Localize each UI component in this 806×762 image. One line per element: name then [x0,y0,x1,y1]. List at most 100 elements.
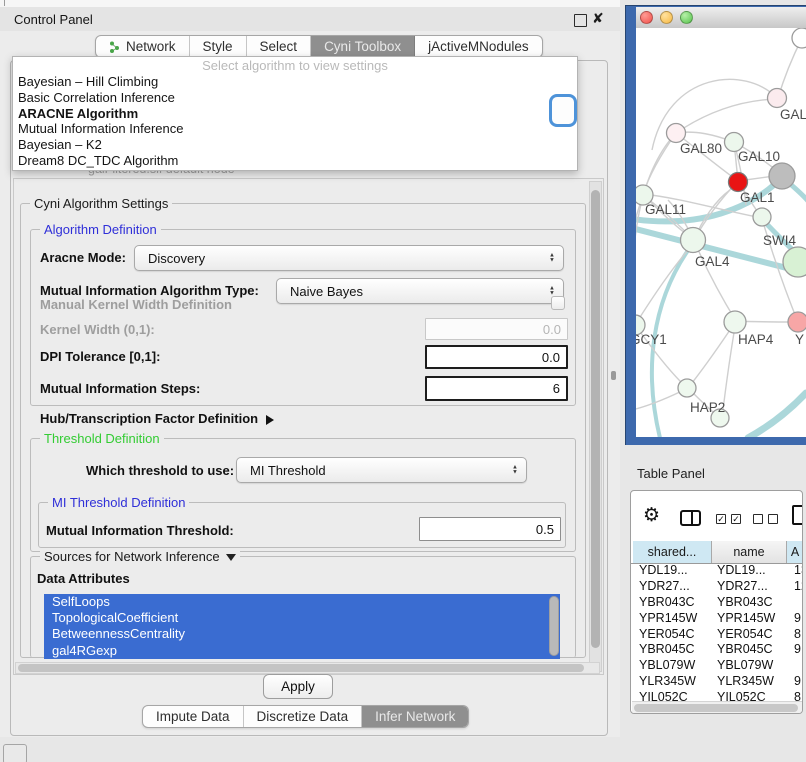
manual-kernel-width-checkbox[interactable] [551,296,565,310]
cell-shared-name: YBR045C [639,642,695,658]
network-node[interactable] [729,173,748,192]
application-window: Control Panel ✘ Network StyleSelectCyni T… [0,0,806,762]
minimized-panel-icon[interactable] [3,744,27,762]
network-canvas[interactable]: GALGAL80GAL10GAL1GAL11SWI4GAL4GCY1HAP4YH… [636,28,806,437]
deselect-all-checkbox-icon[interactable] [753,514,763,524]
table-row[interactable]: YBL079WYBL079W [631,658,803,674]
algorithm-option[interactable]: ARACNE Algorithm [13,106,577,122]
mi-threshold-field[interactable] [419,517,561,541]
table-row[interactable]: YBR045CYBR045C9. [631,642,803,658]
column-header-shared[interactable]: shared... [633,541,712,563]
table-horizontal-scrollbar[interactable] [632,701,802,713]
control-panel-tabs: Network StyleSelectCyni ToolboxjActiveMNo… [95,35,543,58]
network-node[interactable] [667,124,686,143]
tab-infer-network[interactable]: Infer Network [362,706,468,727]
tab-impute-data[interactable]: Impute Data [143,706,244,727]
table-panel: ⚙ ✓ ✓ shared...nameA YDL19...YDL19...13Y… [630,490,803,714]
kernel-width-field[interactable] [425,318,568,340]
tab-style[interactable]: Style [190,36,247,57]
attribute-item[interactable]: BetweennessCentrality [44,626,560,642]
column-header-name[interactable]: name [712,541,787,563]
close-icon[interactable]: ✘ [592,10,604,27]
network-node[interactable] [768,89,787,108]
cyni-settings-title: Cyni Algorithm Settings [30,196,172,211]
float-window-icon[interactable] [574,14,587,27]
deselect-all-checkbox-icon[interactable] [768,514,778,524]
tab-label: Infer Network [375,709,455,724]
close-traffic-light-icon[interactable] [640,11,653,24]
control-panel-title: Control Panel [14,12,93,27]
network-node[interactable] [753,208,771,226]
show-columns-icon[interactable] [680,510,701,526]
network-node[interactable] [792,28,806,48]
network-node[interactable] [769,163,795,189]
horizontal-scrollbar-thumb[interactable] [18,664,584,672]
aracne-mode-combo[interactable]: Discovery ▲▼ [134,245,564,271]
network-node[interactable] [724,311,746,333]
mi-algorithm-type-combo[interactable]: Naive Bayes ▲▼ [276,278,564,304]
algorithm-definition-title: Algorithm Definition [40,222,161,237]
select-all-checkbox-icon[interactable]: ✓ [731,514,741,524]
panel-divider-handle[interactable] [611,371,616,380]
apply-button[interactable]: Apply [263,674,333,699]
column-header-A[interactable]: A [787,541,803,563]
mi-steps-field[interactable] [425,376,568,401]
tab-jactivemnodules[interactable]: jActiveMNodules [415,36,542,57]
attribute-item[interactable]: TopologicalCoefficient [44,610,560,626]
attribute-item[interactable]: SelfLoops [44,594,560,610]
algorithm-option[interactable]: Basic Correlation Inference [13,90,577,106]
table-row[interactable]: YBR043CYBR043C [631,595,803,611]
minimize-traffic-light-icon[interactable] [660,11,673,24]
table-settings-gear-icon[interactable]: ⚙ [643,506,660,525]
network-window-titlebar[interactable] [636,7,806,29]
tab-cyni-toolbox[interactable]: Cyni Toolbox [311,36,415,57]
table-row[interactable]: YPR145W YPR145W 9. [631,611,803,627]
list-scrollbar-thumb[interactable] [549,596,559,656]
hub-definition-section[interactable]: Hub/Transcription Factor Definition [40,411,274,426]
export-table-icon[interactable] [792,505,803,525]
network-node[interactable] [788,312,806,332]
network-node[interactable] [681,228,706,253]
node-label: GAL80 [680,141,722,156]
table-panel-title: Table Panel [637,466,705,481]
tab-discretize-data[interactable]: Discretize Data [244,706,363,727]
node-label: Y [795,332,804,347]
network-node[interactable] [783,247,806,277]
algorithm-dropdown-popup: Select algorithm to view settings Bayesi… [12,56,578,171]
network-node[interactable] [678,379,696,397]
dpi-tolerance-field[interactable] [425,345,568,369]
cell-name: YPR145W [717,611,775,627]
table-row[interactable]: YDL19...YDL19...13 [631,563,803,579]
settings-vertical-scrollbar[interactable] [589,181,602,672]
table-row[interactable]: YDR27...YDR27...12 [631,579,803,595]
attribute-item[interactable]: gal4RGexp [44,643,560,659]
combo-arrows-icon: ▲▼ [549,253,555,262]
table-scrollbar-thumb[interactable] [634,704,798,712]
algorithm-option[interactable]: Bayesian – Hill Climbing [13,74,577,90]
network-edge-highlighted [748,393,806,437]
settings-horizontal-scrollbar[interactable] [15,662,600,674]
sources-title-row[interactable]: Sources for Network Inference [40,549,240,564]
zoom-traffic-light-icon[interactable] [680,11,693,24]
table-row[interactable]: YLR345WYLR345W9. [631,674,803,690]
vertical-scrollbar-thumb[interactable] [591,190,600,648]
algorithm-option[interactable]: Mutual Information Inference [13,121,577,137]
tab-network[interactable]: Network [96,36,190,57]
cell-shared-name: YPR145W [639,611,697,627]
dpi-tolerance-label: DPI Tolerance [0,1]: [40,349,160,364]
cell-shared-name: YLR345W [639,674,696,690]
algorithm-option[interactable]: Dream8 DC_TDC Algorithm [13,153,577,169]
tab-select[interactable]: Select [247,36,312,57]
select-all-checkbox-icon[interactable]: ✓ [716,514,726,524]
kernel-width-label: Kernel Width (0,1): [40,322,155,337]
algorithm-option[interactable]: Bayesian – K2 [13,137,577,153]
tab-label: Network [126,39,176,54]
combo-focus-ring[interactable] [549,94,577,127]
cell-shared-name: YBR043C [639,595,695,611]
cell-shared-name: YDR27... [639,579,690,595]
data-attributes-list: SelfLoopsTopologicalCoefficientBetweenne… [44,594,560,659]
table-row[interactable]: YER054CYER054C8. [631,627,803,643]
which-threshold-combo[interactable]: MI Threshold ▲▼ [236,457,527,483]
cell-value: 9. [794,611,803,627]
cell-value: 13 [794,563,803,579]
